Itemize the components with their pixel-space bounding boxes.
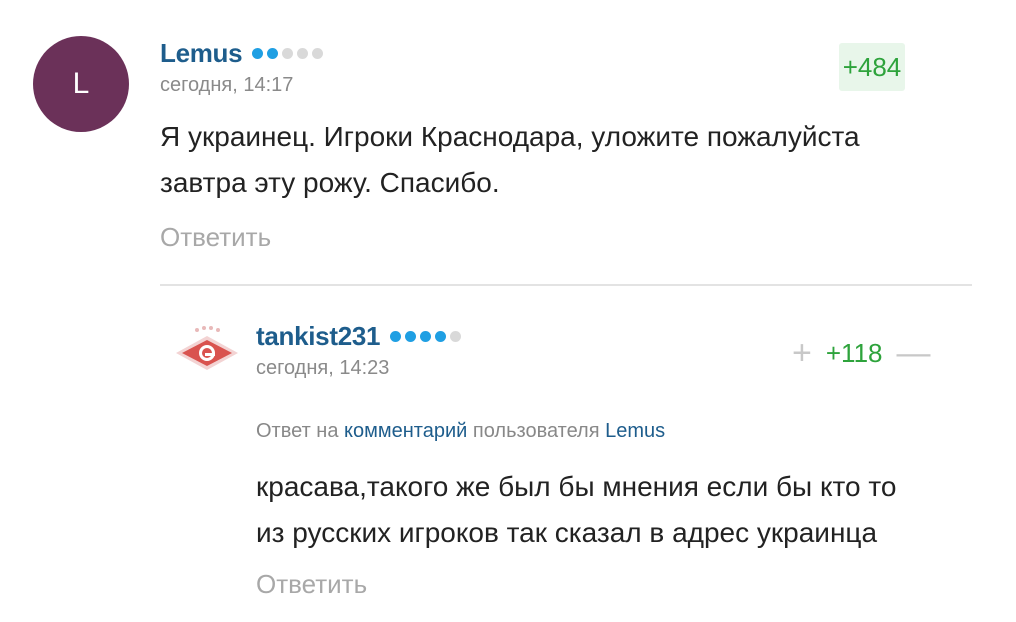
reply-reference: Ответ на комментарий пользователя Lemus: [256, 420, 665, 443]
comment-text: Я украинец. Игроки Краснодара, уложите п…: [160, 114, 960, 206]
comment-text: красава,такого же был бы мнения если бы …: [256, 464, 976, 556]
comment-score: +484: [839, 43, 905, 91]
comment-text-line: Я украинец. Игроки Краснодара, уложите п…: [160, 121, 860, 152]
rating-dot: [267, 47, 279, 59]
upvote-button[interactable]: +: [792, 336, 812, 370]
rating-dot: [405, 330, 417, 342]
rating-dot: [450, 330, 462, 342]
comment-score: +118: [825, 338, 883, 368]
reply-middle: пользователя: [472, 420, 600, 442]
avatar[interactable]: L: [33, 36, 129, 132]
comment-timestamp: сегодня, 14:23: [256, 357, 390, 379]
comment-divider: [160, 284, 972, 286]
rating-dot: [282, 47, 294, 59]
comment-header: Lemus: [160, 38, 324, 68]
reply-button[interactable]: Ответить: [160, 222, 271, 253]
rating-dot: [297, 47, 309, 59]
vote-controls: + +118 —: [792, 336, 931, 370]
username-link[interactable]: Lemus: [160, 38, 243, 68]
user-rating-dots: [390, 330, 462, 342]
rating-dot: [252, 47, 264, 59]
comment-text-line: из русских игроков так сказал в адрес ук…: [256, 517, 878, 548]
reply-button[interactable]: Ответить: [256, 569, 367, 600]
score-value: +484: [842, 51, 902, 82]
downvote-button[interactable]: —: [897, 336, 931, 370]
comment-timestamp: сегодня, 14:17: [160, 74, 294, 96]
rating-dot: [435, 330, 447, 342]
comment-header: tankist231: [256, 321, 462, 351]
avatar-letter: L: [72, 67, 90, 100]
spartak-logo-icon: [176, 326, 238, 370]
reply-comment-link[interactable]: комментарий: [344, 420, 467, 442]
rating-dot: [390, 330, 402, 342]
avatar[interactable]: [172, 322, 242, 382]
reply-prefix: Ответ на: [256, 420, 339, 442]
comment-text-line: красава,такого же был бы мнения если бы …: [256, 471, 897, 502]
reply-user-link[interactable]: Lemus: [605, 420, 665, 442]
username-link[interactable]: tankist231: [256, 321, 380, 351]
user-rating-dots: [252, 47, 324, 59]
rating-dot: [312, 47, 324, 59]
comment-text-line: завтра эту рожу. Спасибо.: [160, 167, 500, 198]
rating-dot: [420, 330, 432, 342]
